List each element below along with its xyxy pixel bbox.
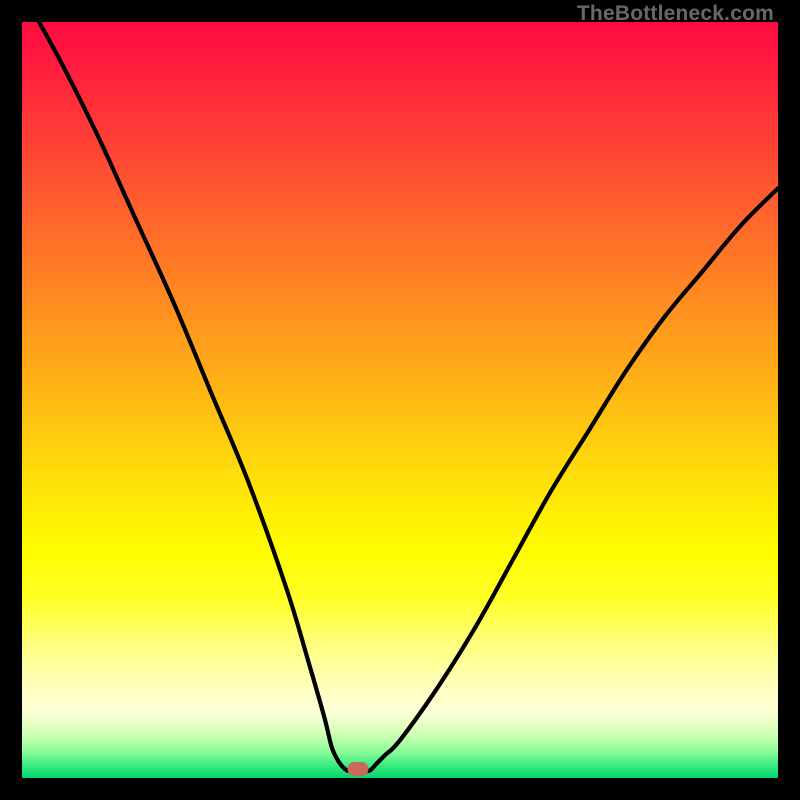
bottleneck-curve — [22, 22, 778, 778]
plot-area — [22, 22, 778, 778]
minimum-marker — [348, 762, 369, 776]
chart-frame: TheBottleneck.com — [0, 0, 800, 800]
